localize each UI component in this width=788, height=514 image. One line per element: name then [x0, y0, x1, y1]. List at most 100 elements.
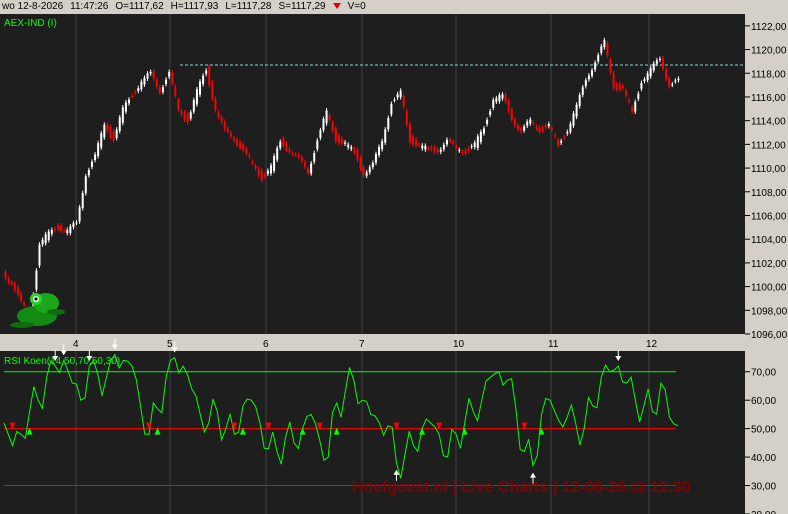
- candle-body: [362, 167, 365, 176]
- date-tick-label: 12: [646, 339, 658, 350]
- candle-body: [87, 170, 90, 176]
- candle-body: [189, 112, 192, 119]
- candle-body: [621, 86, 624, 89]
- candle-body: [591, 70, 594, 76]
- candle-body: [35, 270, 38, 290]
- candle-body: [473, 142, 476, 148]
- candle-body: [606, 43, 609, 56]
- candle-body: [624, 90, 627, 96]
- price-tick-label: 1110,00: [751, 164, 786, 175]
- rsi-panel-label: RSI Koen(14,50,70,50,30): [4, 356, 120, 367]
- candle-body: [10, 282, 13, 285]
- candle-body: [341, 138, 343, 144]
- price-tick-label: 1102,00: [751, 259, 787, 270]
- candle-body: [390, 103, 393, 115]
- candle-body: [254, 166, 257, 169]
- candle-body: [220, 117, 223, 122]
- candle-body: [665, 69, 668, 79]
- candle-body: [137, 88, 140, 91]
- candle-body: [347, 144, 350, 148]
- candle-body: [337, 135, 340, 144]
- candle-body: [257, 168, 260, 176]
- candle-body: [594, 62, 597, 70]
- candle-body: [371, 162, 374, 168]
- candle-body: [587, 75, 590, 80]
- candle-body: [618, 83, 621, 90]
- candle-body: [344, 142, 347, 144]
- candle-body: [427, 148, 430, 150]
- price-tick-label: 1116,00: [751, 93, 786, 104]
- candle-body: [557, 139, 560, 145]
- rsi-tick-label: 60,00: [751, 396, 776, 407]
- candle-body: [273, 156, 276, 171]
- candle-body: [569, 123, 572, 132]
- candle-body: [63, 230, 66, 232]
- chart-canvas: 1096,00 1098,00 1100,00 1102,00 1104,00 1106,…: [0, 14, 788, 514]
- candle-body: [146, 73, 149, 79]
- candle-body: [297, 154, 300, 157]
- candle-body: [640, 83, 643, 89]
- candle-body: [232, 137, 235, 141]
- price-tick-label: 1098,00: [751, 306, 788, 317]
- candle-body: [476, 136, 479, 149]
- price-tick-label: 1100,00: [751, 283, 787, 294]
- rsi-tick-label: 40,00: [751, 453, 776, 464]
- candle-body: [300, 156, 303, 161]
- candle-body: [520, 128, 523, 132]
- candle-body: [504, 94, 507, 102]
- candle-body: [560, 141, 563, 143]
- candle-body: [668, 78, 671, 87]
- candle-body: [316, 140, 319, 150]
- candle-body: [374, 154, 377, 163]
- candle-body: [90, 161, 93, 167]
- candle-body: [313, 153, 316, 162]
- candle-body: [47, 231, 50, 241]
- candle-body: [452, 141, 455, 144]
- candle-body: [53, 228, 56, 231]
- candle-body: [415, 139, 418, 146]
- candle-body: [199, 81, 202, 95]
- candle-body: [479, 131, 482, 142]
- candle-body: [245, 148, 248, 154]
- candle-body: [677, 78, 680, 81]
- candle-body: [72, 223, 75, 228]
- rsi-tick-label: 70,00: [751, 368, 776, 379]
- candle-body: [291, 153, 294, 155]
- price-tick-label: 1118,00: [751, 69, 786, 80]
- candle-body: [260, 170, 263, 181]
- date-tick-label: 10: [453, 339, 465, 350]
- candle-body: [507, 100, 510, 112]
- price-y-axis: 1096,00 1098,00 1100,00 1102,00 1104,00 1106,…: [745, 22, 788, 341]
- candle-body: [436, 149, 439, 153]
- candle-body: [115, 129, 118, 139]
- candle-body: [251, 161, 254, 163]
- candle-body: [662, 58, 665, 69]
- candle-body: [649, 68, 652, 77]
- rsi-y-axis: 20,00 30,00 40,00 50,00 60,00 70,00: [745, 368, 776, 514]
- price-panel-background: [0, 14, 745, 334]
- candle-body: [547, 124, 550, 127]
- candle-body: [365, 172, 368, 176]
- date-tick-label: 7: [359, 339, 365, 350]
- candle-body: [532, 122, 535, 124]
- candle-body: [161, 87, 164, 92]
- candle-body: [103, 124, 106, 138]
- candle-body: [612, 72, 615, 89]
- candle-body: [399, 90, 402, 98]
- candle-body: [393, 99, 396, 101]
- candle-body: [195, 89, 198, 105]
- candle-body: [655, 60, 658, 64]
- candle-body: [158, 87, 161, 93]
- price-tick-label: 1112,00: [751, 140, 786, 151]
- candle-body: [498, 95, 501, 102]
- candle-body: [597, 55, 600, 62]
- date-tick-label: 11: [548, 339, 559, 350]
- candle-body: [550, 128, 553, 130]
- candle-body: [13, 283, 16, 291]
- candle-body: [535, 126, 538, 129]
- candle-body: [128, 99, 131, 104]
- candle-body: [674, 80, 677, 82]
- watermark: Hoefgeest.nl | Live Charts | 12-08-26 @ …: [352, 479, 691, 496]
- candle-body: [41, 239, 44, 245]
- candle-body: [50, 229, 53, 234]
